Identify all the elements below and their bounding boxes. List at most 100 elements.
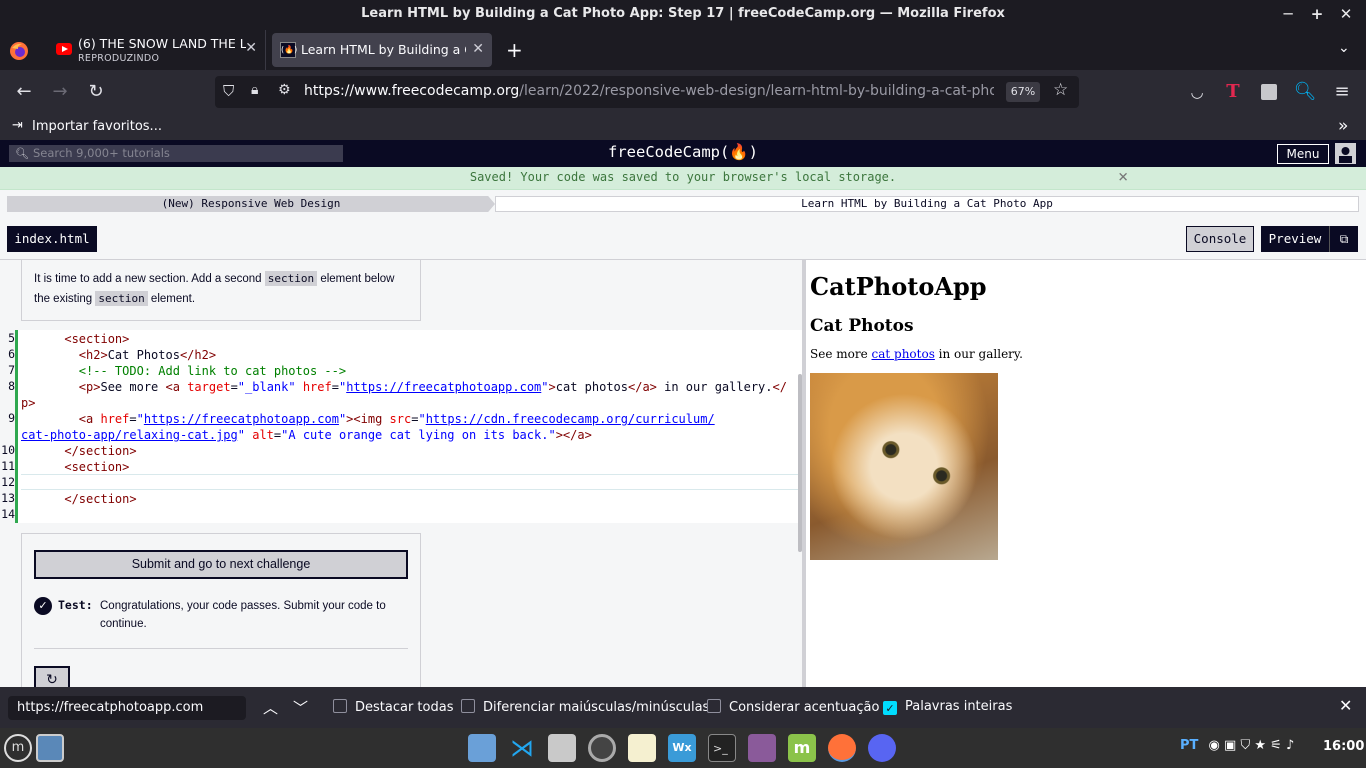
checkbox[interactable]: [333, 699, 347, 713]
fcc-icon: (🔥): [280, 42, 297, 58]
find-previous-icon[interactable]: ︿: [263, 697, 278, 718]
match-accents-option[interactable]: Considerar acentuação: [707, 699, 879, 715]
code-line[interactable]: <section>: [21, 331, 129, 347]
back-icon[interactable]: ←: [12, 80, 36, 104]
files-icon[interactable]: [468, 734, 496, 762]
code-line[interactable]: p>: [21, 395, 35, 411]
shield-icon[interactable]: ⛉: [223, 82, 234, 100]
taskbar: m ⋊ Wx >_ m PT ◉ ▣ ⛉ ★ ⚟ ♪ 16:00: [0, 728, 1366, 768]
saved-message: Saved! Your code was saved to your brows…: [469, 170, 897, 184]
url-bar[interactable]: ⛉ 🔒︎ ⚙ https://www.freecodecamp.org/lear…: [215, 76, 1079, 108]
code-line[interactable]: cat-photo-app/relaxing-cat.jpg" alt="A c…: [21, 427, 592, 443]
find-input[interactable]: https://freecatphotoapp.com: [8, 696, 246, 720]
preview-pane: CatPhotoApp Cat Photos See more cat phot…: [806, 260, 1366, 687]
code-line[interactable]: <a href="https://freecatphotoapp.com"><i…: [21, 411, 715, 427]
close-window-icon[interactable]: ✕: [1331, 0, 1361, 28]
firefox-taskbar-icon[interactable]: [828, 734, 856, 762]
cat-image[interactable]: [810, 373, 998, 560]
url-text[interactable]: https://www.freecodecamp.org/learn/2022/…: [304, 83, 994, 99]
mintupdate-icon[interactable]: m: [788, 734, 816, 762]
calculator-icon[interactable]: [548, 734, 576, 762]
bookmark-star-icon[interactable]: ☆: [1053, 80, 1068, 100]
breadcrumb-superblock[interactable]: (New) Responsive Web Design: [7, 196, 495, 212]
highlight-all-option[interactable]: Destacar todas: [333, 699, 453, 715]
mint-menu-icon[interactable]: m: [4, 734, 32, 762]
popout-preview-icon[interactable]: ⧉: [1329, 226, 1358, 252]
volume-icon[interactable]: ♪: [1286, 738, 1294, 753]
star-tray-icon[interactable]: ★: [1254, 738, 1266, 753]
line-number: 13: [1, 491, 15, 505]
new-tab-icon[interactable]: +: [506, 38, 523, 62]
firefox-menu-icon[interactable]: [8, 40, 30, 62]
show-desktop-icon[interactable]: [36, 734, 64, 762]
tab-freecodecamp[interactable]: (🔥) Learn HTML by Building a Cat ✕: [272, 33, 492, 67]
fcc-navbar: 🔍︎ Search 9,000+ tutorials freeCodeCamp(…: [0, 140, 1366, 167]
preview-button[interactable]: Preview: [1261, 226, 1329, 252]
close-alert-icon[interactable]: ×: [1118, 167, 1128, 188]
extension-image-icon[interactable]: [1261, 84, 1277, 100]
video-editor-icon[interactable]: [748, 734, 776, 762]
whole-words-option[interactable]: ✓ Palavras inteiras: [883, 699, 1012, 715]
cat-photos-link[interactable]: cat photos: [872, 347, 935, 361]
terminal-icon[interactable]: >_: [708, 734, 736, 762]
code-line[interactable]: <h2>Cat Photos</h2>: [21, 347, 216, 363]
pocket-icon[interactable]: ◡: [1185, 80, 1209, 104]
code-line[interactable]: <p>See more <a target="_blank" href="htt…: [21, 379, 787, 395]
line-number: 12: [1, 475, 15, 489]
minimize-icon[interactable]: ─: [1273, 0, 1303, 28]
menu-button[interactable]: Menu: [1277, 144, 1329, 164]
maximize-icon[interactable]: +: [1302, 0, 1332, 28]
hamburger-menu-icon[interactable]: ≡: [1330, 80, 1354, 104]
avatar[interactable]: [1335, 143, 1356, 164]
keyboard-language[interactable]: PT: [1180, 738, 1198, 753]
close-tab-icon[interactable]: ✕: [245, 40, 257, 56]
camera-icon[interactable]: [588, 734, 616, 762]
forward-icon[interactable]: →: [48, 80, 72, 104]
window-title: Learn HTML by Building a Cat Photo App: …: [361, 6, 1005, 21]
match-case-option[interactable]: Diferenciar maiúsculas/minúsculas: [461, 699, 709, 715]
clock[interactable]: 16:00: [1323, 739, 1364, 754]
zoom-level[interactable]: 67%: [1006, 82, 1040, 102]
checkbox[interactable]: [461, 699, 475, 713]
breadcrumb-block[interactable]: Learn HTML by Building a Cat Photo App: [495, 196, 1359, 212]
reset-icon[interactable]: ↻: [34, 666, 70, 687]
import-icon[interactable]: ⇥: [12, 118, 23, 133]
checkbox-checked[interactable]: ✓: [883, 701, 897, 715]
submit-button[interactable]: Submit and go to next challenge: [34, 550, 408, 579]
code-line[interactable]: <section>: [21, 459, 129, 475]
lock-icon[interactable]: 🔒︎: [251, 82, 258, 98]
import-bookmarks-link[interactable]: Importar favoritos...: [32, 119, 162, 134]
description-text: element.: [147, 293, 196, 305]
file-tab-index-html[interactable]: index.html: [7, 226, 97, 252]
find-next-icon[interactable]: ﹀: [293, 697, 308, 718]
code-line[interactable]: </section>: [21, 491, 136, 507]
extension-search-icon[interactable]: 🔍︎: [1293, 80, 1317, 104]
console-button[interactable]: Console: [1186, 226, 1254, 252]
fcc-logo[interactable]: freeCodeCamp(🔥): [0, 143, 1366, 161]
tab-youtube[interactable]: (6) THE SNOW LAND THE LOST REPRODUZINDO …: [44, 30, 266, 70]
shield-tray-icon[interactable]: ⛉: [1240, 738, 1250, 753]
close-find-icon[interactable]: ✕: [1339, 696, 1352, 715]
permissions-icon[interactable]: ⚙: [278, 82, 291, 98]
wx-icon[interactable]: Wx: [668, 734, 696, 762]
line-number: 8: [8, 379, 15, 393]
notification-icon[interactable]: ▣: [1224, 738, 1236, 753]
discord-tray-icon[interactable]: ◉: [1209, 738, 1220, 753]
network-icon[interactable]: ⚟: [1270, 738, 1282, 753]
find-bar: https://freecatphotoapp.com ︿ ﹀ Destacar…: [0, 687, 1366, 728]
extension-t-icon[interactable]: T: [1221, 80, 1245, 104]
close-tab-icon[interactable]: ✕: [472, 41, 484, 57]
vscode-icon[interactable]: ⋊: [508, 734, 536, 762]
code-editor[interactable]: 5 6 7 8 9 10 11 12 13 14 <section> <h2>C…: [0, 330, 802, 552]
checkbox[interactable]: [707, 699, 721, 713]
overflow-chevron-icon[interactable]: »: [1338, 116, 1348, 136]
code-line[interactable]: </section>: [21, 443, 136, 459]
code-line[interactable]: <!-- TODO: Add link to cat photos -->: [21, 363, 346, 379]
chevron-down-icon[interactable]: ⌄: [1338, 40, 1350, 56]
reload-icon[interactable]: ↻: [84, 80, 108, 104]
line-number: 10: [1, 443, 15, 457]
discord-icon[interactable]: [868, 734, 896, 762]
tab-bar: (6) THE SNOW LAND THE LOST REPRODUZINDO …: [0, 30, 1366, 70]
text-editor-icon[interactable]: [628, 734, 656, 762]
title-bar: Learn HTML by Building a Cat Photo App: …: [0, 0, 1366, 30]
